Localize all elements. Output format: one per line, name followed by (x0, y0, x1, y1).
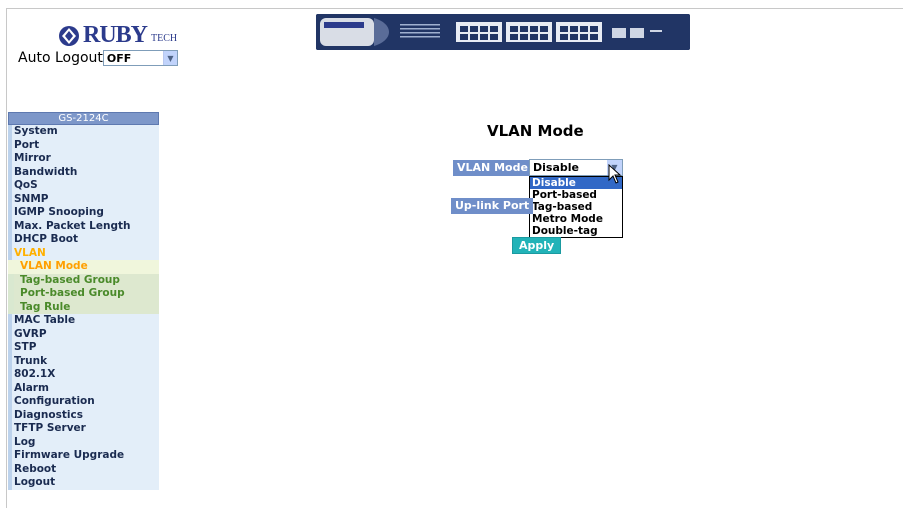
vlan-mode-dropdown: Disable Port-based Tag-based Metro Mode Doub… (529, 176, 623, 238)
sidebar-item-port[interactable]: Port (8, 138, 159, 152)
logo-brand-text: RUBY (83, 22, 148, 48)
uplink-port-label: Up-link Port (451, 198, 534, 214)
dropdown-option-metro-mode[interactable]: Metro Mode (530, 213, 622, 225)
sidebar-item-tag-rule[interactable]: Tag Rule (8, 300, 159, 314)
sidebar-item-qos[interactable]: QoS (8, 179, 159, 193)
sidebar-nav: GS-2124C System Port Mirror Bandwidth QoS SNM… (8, 112, 159, 490)
sidebar-item-vlan[interactable]: VLAN (8, 246, 159, 260)
sidebar-item-snmp[interactable]: SNMP (8, 192, 159, 206)
sidebar-item-dhcp-boot[interactable]: DHCP Boot (8, 233, 159, 247)
vlan-mode-value: Disable (533, 161, 579, 174)
page-title: VLAN Mode (487, 122, 584, 140)
sidebar-item-mirror[interactable]: Mirror (8, 152, 159, 166)
sidebar-item-802-1x[interactable]: 802.1X (8, 368, 159, 382)
apply-button[interactable]: Apply (512, 237, 562, 254)
sidebar-item-system[interactable]: System (8, 125, 159, 139)
sidebar-item-mac-table[interactable]: MAC Table (8, 314, 159, 328)
sidebar-item-configuration[interactable]: Configuration (8, 395, 159, 409)
sidebar-item-trunk[interactable]: Trunk (8, 354, 159, 368)
sidebar-item-tftp-server[interactable]: TFTP Server (8, 422, 159, 436)
dropdown-option-tag-based[interactable]: Tag-based (530, 201, 622, 213)
sidebar-item-log[interactable]: Log (8, 435, 159, 449)
sidebar-item-logout[interactable]: Logout (8, 476, 159, 490)
sidebar-item-port-based-group[interactable]: Port-based Group (8, 287, 159, 301)
sidebar-item-vlan-mode[interactable]: VLAN Mode (8, 260, 159, 274)
mouse-pointer-icon (608, 164, 622, 184)
sidebar-item-diagnostics[interactable]: Diagnostics (8, 408, 159, 422)
vlan-mode-label: VLAN Mode (453, 160, 532, 176)
sidebar-item-tag-based-group[interactable]: Tag-based Group (8, 273, 159, 287)
sidebar-title: GS-2124C (8, 112, 159, 125)
dropdown-option-double-tag[interactable]: Double-tag (530, 225, 622, 237)
auto-logout-value: OFF (106, 51, 132, 65)
sidebar-item-max-packet-length[interactable]: Max. Packet Length (8, 219, 159, 233)
switch-device-image (316, 14, 690, 50)
auto-logout-control: Auto Logout OFF ▼ (18, 50, 178, 66)
chevron-down-icon[interactable]: ▼ (162, 51, 177, 65)
sidebar-item-igmp-snooping[interactable]: IGMP Snooping (8, 206, 159, 220)
sidebar-item-reboot[interactable]: Reboot (8, 462, 159, 476)
sidebar-item-gvrp[interactable]: GVRP (8, 327, 159, 341)
logo-suffix-text: TECH (151, 33, 178, 44)
ruby-logo: RUBY TECH (58, 22, 177, 49)
auto-logout-label: Auto Logout (18, 50, 103, 66)
auto-logout-select[interactable]: OFF ▼ (102, 50, 178, 66)
ruby-logo-icon (59, 25, 79, 46)
sidebar-item-alarm[interactable]: Alarm (8, 381, 159, 395)
dropdown-option-port-based[interactable]: Port-based (530, 189, 622, 201)
sidebar-item-bandwidth[interactable]: Bandwidth (8, 165, 159, 179)
sidebar-item-firmware-upgrade[interactable]: Firmware Upgrade (8, 449, 159, 463)
sidebar-item-stp[interactable]: STP (8, 341, 159, 355)
